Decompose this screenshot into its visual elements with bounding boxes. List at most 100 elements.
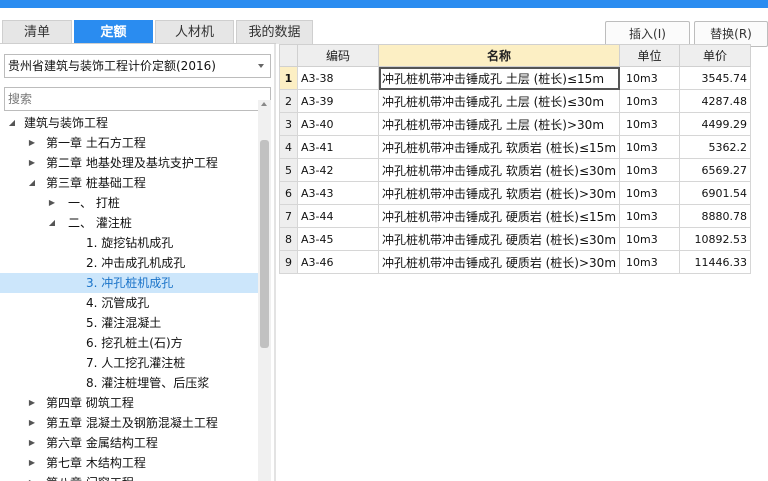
tree-node[interactable]: ◢ 第三章 桩基础工程 xyxy=(0,173,258,193)
row-number-header xyxy=(279,44,298,67)
cell-code[interactable]: A3-46 xyxy=(297,250,379,274)
caret-expanded-icon[interactable]: ◢ xyxy=(26,173,38,193)
column-header-price[interactable]: 单价 xyxy=(679,44,752,67)
cell-name[interactable]: 冲孔桩机带冲击锤成孔 硬质岩 (桩长)>30m xyxy=(377,250,621,274)
cell-unit[interactable]: 10m3 xyxy=(619,158,681,182)
caret-collapsed-icon[interactable]: ▶ xyxy=(26,433,38,453)
cell-unit[interactable]: 10m3 xyxy=(619,227,681,251)
cell-code[interactable]: A3-43 xyxy=(297,181,379,205)
column-header-name[interactable]: 名称 xyxy=(377,44,621,67)
cell-name[interactable]: 冲孔桩机带冲击锤成孔 软质岩 (桩长)>30m xyxy=(377,181,621,205)
tree-node[interactable]: ▶ 第四章 砌筑工程 xyxy=(0,393,258,413)
tree-node[interactable]: ▶ 第一章 土石方工程 xyxy=(0,133,258,153)
cell-unit[interactable]: 10m3 xyxy=(619,89,681,113)
cell-price[interactable]: 10892.53 xyxy=(679,227,752,251)
caret-collapsed-icon[interactable]: ▶ xyxy=(26,453,38,473)
table-row[interactable]: 6 A3-43 冲孔桩机带冲击锤成孔 软质岩 (桩长)>30m 10m3 6901.54 xyxy=(279,181,752,205)
tree-node[interactable]: 4. 沉管成孔 xyxy=(0,293,258,313)
tree-node[interactable]: ◢ 建筑与装饰工程 xyxy=(0,113,258,133)
cell-name[interactable]: 冲孔桩机带冲击锤成孔 硬质岩 (桩长)≤15m xyxy=(377,204,621,228)
search-input[interactable] xyxy=(4,87,271,111)
cell-code[interactable]: A3-42 xyxy=(297,158,379,182)
cell-code[interactable]: A3-41 xyxy=(297,135,379,159)
tree-node[interactable]: ▶ 第八章 门窗工程 xyxy=(0,473,258,481)
tree-node[interactable]: 8. 灌注桩埋管、后压浆 xyxy=(0,373,258,393)
cell-price[interactable]: 8880.78 xyxy=(679,204,752,228)
tree-node[interactable]: ▶ 第二章 地基处理及基坑支护工程 xyxy=(0,153,258,173)
scrollbar-thumb[interactable] xyxy=(260,140,269,348)
tree-node[interactable]: 6. 挖孔桩土(石)方 xyxy=(0,333,258,353)
tree-node[interactable]: ▶ 第六章 金属结构工程 xyxy=(0,433,258,453)
cell-unit[interactable]: 10m3 xyxy=(619,135,681,159)
cell-name[interactable]: 冲孔桩机带冲击锤成孔 土层 (桩长)≤15m xyxy=(377,66,621,90)
caret-collapsed-icon[interactable]: ▶ xyxy=(26,153,38,173)
column-header-unit[interactable]: 单位 xyxy=(619,44,681,67)
cell-name[interactable]: 冲孔桩机带冲击锤成孔 软质岩 (桩长)≤15m xyxy=(377,135,621,159)
tree-node[interactable]: 7. 人工挖孔灌注桩 xyxy=(0,353,258,373)
cell-unit[interactable]: 10m3 xyxy=(619,250,681,274)
row-number[interactable]: 6 xyxy=(279,181,298,205)
table-row[interactable]: 9 A3-46 冲孔桩机带冲击锤成孔 硬质岩 (桩长)>30m 10m3 11446.3… xyxy=(279,250,752,274)
row-number[interactable]: 9 xyxy=(279,250,298,274)
tree-scrollbar[interactable] xyxy=(258,100,271,481)
row-number[interactable]: 1 xyxy=(279,66,298,90)
caret-expanded-icon[interactable]: ◢ xyxy=(6,113,18,133)
tree-node[interactable]: 2. 冲击成孔机成孔 xyxy=(0,253,258,273)
cell-name[interactable]: 冲孔桩机带冲击锤成孔 硬质岩 (桩长)≤30m xyxy=(377,227,621,251)
table-row[interactable]: 8 A3-45 冲孔桩机带冲击锤成孔 硬质岩 (桩长)≤30m 10m3 10892.5… xyxy=(279,227,752,251)
row-number[interactable]: 5 xyxy=(279,158,298,182)
row-number[interactable]: 2 xyxy=(279,89,298,113)
cell-unit[interactable]: 10m3 xyxy=(619,66,681,90)
table-row[interactable]: 7 A3-44 冲孔桩机带冲击锤成孔 硬质岩 (桩长)≤15m 10m3 8880.78 xyxy=(279,204,752,228)
cell-code[interactable]: A3-45 xyxy=(297,227,379,251)
table-row[interactable]: 2 A3-39 冲孔桩机带冲击锤成孔 土层 (桩长)≤30m 10m3 4287.48 xyxy=(279,89,752,113)
caret-collapsed-icon[interactable]: ▶ xyxy=(26,393,38,413)
tree-node[interactable]: ▶ 第五章 混凝土及钢筋混凝土工程 xyxy=(0,413,258,433)
cell-code[interactable]: A3-44 xyxy=(297,204,379,228)
tab-bill[interactable]: 清单 xyxy=(2,20,72,44)
cell-price[interactable]: 6901.54 xyxy=(679,181,752,205)
table-row[interactable]: 1 A3-38 冲孔桩机带冲击锤成孔 土层 (桩长)≤15m 10m3 3545.74 xyxy=(279,66,752,90)
cell-price[interactable]: 6569.27 xyxy=(679,158,752,182)
tree-node-label: 第一章 土石方工程 xyxy=(46,136,146,150)
cell-price[interactable]: 3545.74 xyxy=(679,66,752,90)
caret-collapsed-icon[interactable]: ▶ xyxy=(46,193,58,213)
row-number[interactable]: 8 xyxy=(279,227,298,251)
cell-name[interactable]: 冲孔桩机带冲击锤成孔 土层 (桩长)>30m xyxy=(377,112,621,136)
tree-node[interactable]: ▶ 第七章 木结构工程 xyxy=(0,453,258,473)
tab-labor-material-machine[interactable]: 人材机 xyxy=(155,20,234,44)
row-number[interactable]: 7 xyxy=(279,204,298,228)
cell-unit[interactable]: 10m3 xyxy=(619,181,681,205)
tab-quota[interactable]: 定额 xyxy=(74,20,153,44)
cell-price[interactable]: 4287.48 xyxy=(679,89,752,113)
caret-collapsed-icon[interactable]: ▶ xyxy=(26,473,38,481)
tree-node[interactable]: 1. 旋挖钻机成孔 xyxy=(0,233,258,253)
row-number[interactable]: 3 xyxy=(279,112,298,136)
caret-collapsed-icon[interactable]: ▶ xyxy=(26,133,38,153)
tree-node[interactable]: 5. 灌注混凝土 xyxy=(0,313,258,333)
tree-node[interactable]: ◢ 二、 灌注桩 xyxy=(0,213,258,233)
cell-price[interactable]: 11446.33 xyxy=(679,250,752,274)
table-row[interactable]: 4 A3-41 冲孔桩机带冲击锤成孔 软质岩 (桩长)≤15m 10m3 5362.2 xyxy=(279,135,752,159)
caret-expanded-icon[interactable]: ◢ xyxy=(46,213,58,233)
cell-code[interactable]: A3-40 xyxy=(297,112,379,136)
tree-node[interactable]: 3. 冲孔桩机成孔 xyxy=(0,273,258,293)
cell-unit[interactable]: 10m3 xyxy=(619,204,681,228)
cell-code[interactable]: A3-39 xyxy=(297,89,379,113)
table-row[interactable]: 5 A3-42 冲孔桩机带冲击锤成孔 软质岩 (桩长)≤30m 10m3 6569.27 xyxy=(279,158,752,182)
cell-name[interactable]: 冲孔桩机带冲击锤成孔 土层 (桩长)≤30m xyxy=(377,89,621,113)
tree-node[interactable]: ▶ 一、 打桩 xyxy=(0,193,258,213)
row-number[interactable]: 4 xyxy=(279,135,298,159)
cell-price[interactable]: 5362.2 xyxy=(679,135,752,159)
cell-unit[interactable]: 10m3 xyxy=(619,112,681,136)
cell-code[interactable]: A3-38 xyxy=(297,66,379,90)
caret-collapsed-icon[interactable]: ▶ xyxy=(26,413,38,433)
cell-name[interactable]: 冲孔桩机带冲击锤成孔 软质岩 (桩长)≤30m xyxy=(377,158,621,182)
table-row[interactable]: 3 A3-40 冲孔桩机带冲击锤成孔 土层 (桩长)>30m 10m3 4499.29 xyxy=(279,112,752,136)
cell-price[interactable]: 4499.29 xyxy=(679,112,752,136)
column-header-code[interactable]: 编码 xyxy=(297,44,379,67)
panel-splitter[interactable] xyxy=(274,44,276,481)
tab-my-data[interactable]: 我的数据 xyxy=(236,20,313,44)
quota-library-select[interactable]: 贵州省建筑与装饰工程计价定额(2016) xyxy=(4,54,271,78)
scroll-up-arrow-icon[interactable] xyxy=(261,102,267,106)
